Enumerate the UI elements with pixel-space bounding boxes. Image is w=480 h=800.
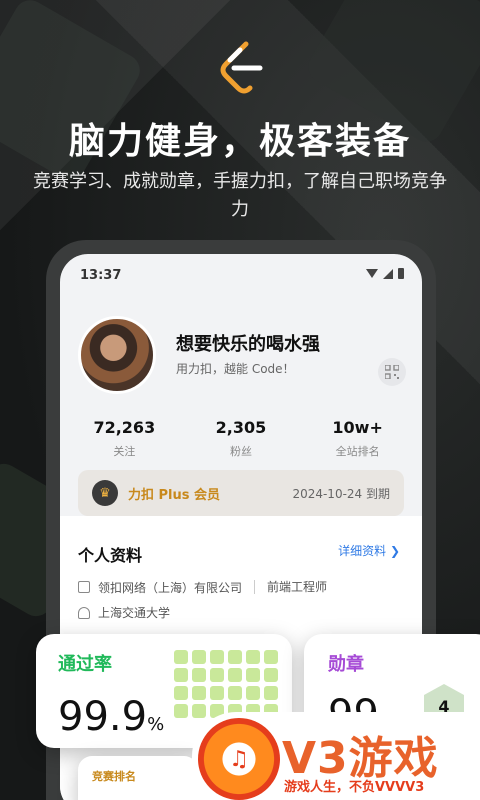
crown-icon: ♛	[92, 480, 118, 506]
signal-icon	[383, 268, 393, 279]
avatar[interactable]	[78, 316, 156, 394]
school-name: 上海交通大学	[98, 606, 171, 620]
stat-value: 72,263	[93, 418, 156, 437]
heatmap-cell	[192, 686, 206, 700]
contest-ranking-title: 竞赛排名	[92, 770, 136, 783]
heatmap-cell	[246, 686, 260, 700]
leetcode-logo-icon	[220, 41, 263, 94]
heatmap-cell	[264, 686, 278, 700]
stat-label: 全站排名	[335, 445, 380, 458]
heatmap-cell	[174, 668, 188, 682]
heatmap-cell	[174, 704, 188, 718]
membership-expiry: 2024-10-24 到期	[292, 486, 390, 501]
section-title: 个人资料	[78, 546, 143, 565]
stat-global-rank[interactable]: 10w+ 全站排名	[308, 418, 408, 459]
heatmap-cell	[246, 650, 260, 664]
chevron-right-icon: ❯	[389, 544, 400, 558]
heatmap-cell	[228, 650, 242, 664]
stat-label: 关注	[113, 445, 136, 458]
pass-rate-number: 99.9	[58, 694, 148, 740]
plus-membership-banner[interactable]: ♛ 力扣 Plus 会员 2024-10-24 到期	[78, 470, 404, 516]
qr-code-icon	[385, 365, 399, 379]
pass-rate-unit: %	[147, 714, 165, 735]
hero-headline: 脑力健身，极客装备	[68, 121, 411, 162]
heatmap-cell	[210, 686, 224, 700]
company-row: 领扣网络（上海）有限公司 前端工程师	[78, 578, 327, 596]
heatmap-cell	[228, 668, 242, 682]
heatmap-cell	[174, 650, 188, 664]
stat-value: 10w+	[332, 418, 383, 437]
heatmap-cell	[264, 650, 278, 664]
heatmap-cell	[174, 686, 188, 700]
heatmap-cell	[192, 668, 206, 682]
job-title: 前端工程师	[267, 580, 328, 594]
profile-stats: 72,263 关注 2,305 粉丝 10w+ 全站排名	[60, 418, 422, 459]
battery-icon	[398, 268, 404, 279]
heatmap-cell	[228, 686, 242, 700]
graduation-cap-icon	[78, 606, 90, 619]
stat-followers[interactable]: 2,305 粉丝	[191, 418, 291, 459]
detail-info-link[interactable]: 详细资料 ❯	[338, 542, 400, 559]
heatmap-cell	[192, 704, 206, 718]
plus-membership-label: 力扣 Plus 会员	[128, 487, 221, 503]
qr-code-button[interactable]	[378, 358, 406, 386]
badges-title: 勋章	[328, 654, 364, 675]
status-icons	[366, 268, 404, 279]
school-row: 上海交通大学	[78, 604, 170, 621]
hero-subline: 竞赛学习、成就勋章，手握力扣，了解自己职场竞争力	[33, 171, 447, 220]
pass-rate-value: 99.9%	[58, 694, 164, 740]
pass-rate-title: 通过率	[58, 654, 112, 675]
heatmap-cell	[210, 668, 224, 682]
heatmap-cell	[210, 650, 224, 664]
heatmap-cell	[264, 668, 278, 682]
stat-value: 2,305	[215, 418, 267, 437]
heatmap-cell	[246, 668, 260, 682]
divider	[254, 580, 256, 594]
building-icon	[78, 581, 90, 593]
stat-following[interactable]: 72,263 关注	[74, 418, 174, 459]
company-name: 领扣网络（上海）有限公司	[98, 580, 243, 595]
v3-game-logo-icon: ♫	[198, 718, 280, 800]
contest-ranking-card[interactable]: 竞赛排名	[78, 756, 198, 800]
profile-name: 想要快乐的喝水强	[176, 334, 320, 355]
detail-info-label: 详细资料	[338, 544, 387, 558]
watermark-slogan: 游戏人生，不负VVVV3	[284, 780, 425, 795]
stat-label: 粉丝	[229, 445, 252, 458]
profile-bio: 用力扣，越能 Code！	[176, 362, 295, 376]
submission-heatmap	[174, 650, 278, 718]
heatmap-cell	[192, 650, 206, 664]
status-time: 13:37	[80, 268, 122, 283]
wifi-icon	[366, 269, 378, 278]
